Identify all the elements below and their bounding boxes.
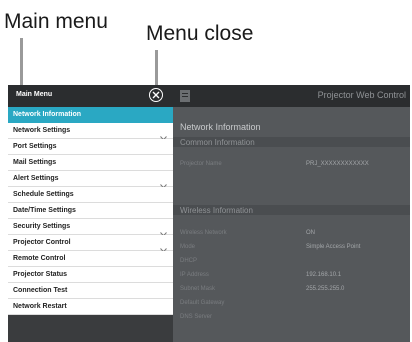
wireless-row-value: ON xyxy=(306,230,315,236)
menu-item-date-time-settings[interactable]: Date/Time Settings xyxy=(8,203,173,219)
wireless-row-label: DNS Server xyxy=(180,314,213,320)
menu-item-remote-control[interactable]: Remote Control xyxy=(8,251,173,267)
wireless-row-label: Subnet Mask xyxy=(180,286,216,292)
wireless-row-label: Mode xyxy=(180,244,196,250)
menu-item-label: Mail Settings xyxy=(13,159,57,166)
menu-item-label: Projector Status xyxy=(13,271,68,278)
menu-item-label: Network Information xyxy=(13,111,82,118)
document-icon[interactable] xyxy=(180,90,190,102)
menu-item-alert-settings[interactable]: Alert Settings xyxy=(8,171,173,189)
app-title: Projector Web Control xyxy=(317,90,406,100)
menu-item-security-settings[interactable]: Security Settings xyxy=(8,219,173,237)
menu-close-callout: Menu close xyxy=(146,22,254,45)
menu-item-mail-settings[interactable]: Mail Settings xyxy=(8,155,173,171)
menu-item-label: Schedule Settings xyxy=(13,191,74,198)
main-menu-callout-line xyxy=(20,38,23,85)
projector-web-control-screen: Projector Web Control Network Informatio… xyxy=(8,85,410,342)
menu-item-label: Remote Control xyxy=(13,255,66,262)
menu-item-label: Security Settings xyxy=(13,223,71,230)
menu-item-label: Connection Test xyxy=(13,287,68,294)
wireless-row-label: Wireless Network xyxy=(180,230,227,236)
menu-item-label: Date/Time Settings xyxy=(13,207,76,214)
menu-item-label: Network Restart xyxy=(13,303,67,310)
menu-item-label: Network Settings xyxy=(13,127,71,134)
projector-name-label: Projector Name xyxy=(180,161,222,167)
common-section-title: Common Information xyxy=(180,138,255,147)
main-menu: Main Menu Network Information Network Set… xyxy=(8,85,173,342)
menu-item-label: Alert Settings xyxy=(13,175,59,182)
menu-item-label: Projector Control xyxy=(13,239,71,246)
menu-item-projector-control[interactable]: Projector Control xyxy=(8,235,173,253)
menu-item-connection-test[interactable]: Connection Test xyxy=(8,283,173,299)
main-menu-callout: Main menu xyxy=(4,10,108,33)
wireless-row-label: DHCP xyxy=(180,258,198,264)
wireless-row-value: 192.168.10.1 xyxy=(306,272,342,278)
menu-items: Network Information Network Settings Port … xyxy=(8,107,173,315)
close-circle-icon[interactable] xyxy=(149,88,163,102)
page-heading: Network Information xyxy=(180,122,261,132)
wireless-row-label: Default Gateway xyxy=(180,300,225,306)
wireless-section-title: Wireless Information xyxy=(180,206,253,215)
menu-header: Main Menu xyxy=(8,85,173,107)
menu-close-callout-line xyxy=(155,50,158,85)
menu-item-network-settings[interactable]: Network Settings xyxy=(8,123,173,141)
wireless-row-value: Simple Access Point xyxy=(306,244,361,250)
menu-item-label: Port Settings xyxy=(13,143,57,150)
menu-item-projector-status[interactable]: Projector Status xyxy=(8,267,173,283)
menu-item-port-settings[interactable]: Port Settings xyxy=(8,139,173,155)
wireless-row-value: 255.255.255.0 xyxy=(306,286,345,292)
menu-item-schedule-settings[interactable]: Schedule Settings xyxy=(8,187,173,203)
menu-item-network-restart[interactable]: Network Restart xyxy=(8,299,173,315)
wireless-row-label: IP Address xyxy=(180,272,209,278)
projector-name-value: PRJ_XXXXXXXXXXXX xyxy=(306,161,369,167)
menu-title: Main Menu xyxy=(16,91,53,98)
menu-item-network-information[interactable]: Network Information xyxy=(8,107,173,123)
